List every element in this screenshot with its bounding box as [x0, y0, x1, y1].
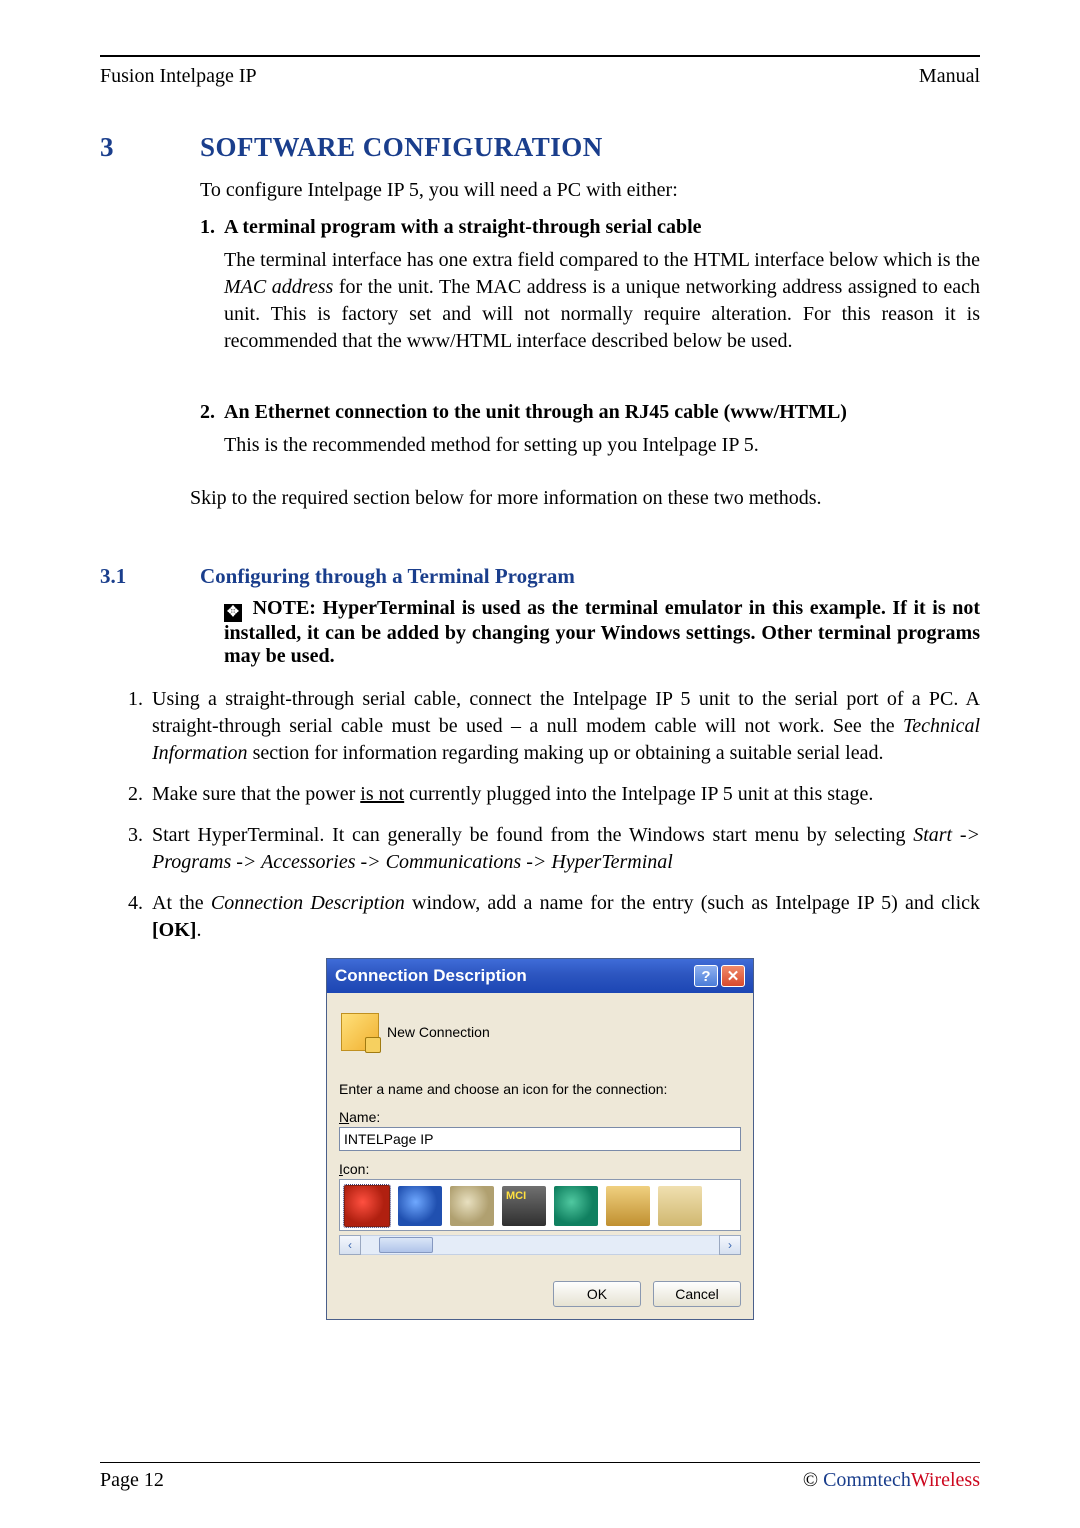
ok-button[interactable]: OK	[553, 1281, 641, 1307]
new-connection-row: New Connection	[341, 1013, 741, 1051]
skip-text: Skip to the required section below for m…	[190, 487, 980, 510]
note-text: NOTE: HyperTerminal is used as the termi…	[224, 597, 980, 667]
cancel-button[interactable]: Cancel	[653, 1281, 741, 1307]
connection-icon-1[interactable]	[344, 1185, 390, 1227]
page-footer: Page 12 © CommtechWireless	[100, 1462, 980, 1492]
help-icon: ?	[701, 968, 710, 985]
step-2: Make sure that the power is not currentl…	[148, 781, 980, 808]
note-icon: ✥	[224, 604, 242, 622]
step-4: At the Connection Description window, ad…	[148, 890, 980, 944]
step-1: Using a straight-through serial cable, c…	[148, 686, 980, 767]
connection-icon-4[interactable]	[502, 1186, 546, 1226]
icon-scrollbar: ‹ ›	[339, 1235, 741, 1255]
list-title: An Ethernet connection to the unit throu…	[224, 399, 980, 426]
new-connection-label: New Connection	[387, 1024, 490, 1040]
dialog-titlebar[interactable]: Connection Description ? ✕	[327, 959, 753, 993]
section-title: SOFTWARE CONFIGURATION	[200, 132, 603, 163]
connection-icon-3[interactable]	[450, 1186, 494, 1226]
name-label: Name:	[339, 1109, 741, 1125]
footer-rule	[100, 1462, 980, 1463]
running-header: Fusion Intelpage IP Manual	[100, 65, 980, 88]
close-icon: ✕	[727, 967, 740, 985]
step-3: Start HyperTerminal. It can generally be…	[148, 822, 980, 876]
section-number: 3	[100, 132, 200, 163]
list-item-1-body: The terminal interface has one extra fie…	[224, 247, 980, 355]
name-input[interactable]	[339, 1127, 741, 1151]
header-rule	[100, 55, 980, 57]
list-title: A terminal program with a straight-throu…	[224, 214, 980, 241]
list-item-2-body: This is the recommended method for setti…	[224, 432, 980, 459]
scroll-left-button[interactable]: ‹	[339, 1235, 361, 1255]
connection-icon-5[interactable]	[554, 1186, 598, 1226]
new-connection-icon	[341, 1013, 379, 1051]
scroll-thumb[interactable]	[379, 1237, 433, 1253]
list-item-2-head: 2. An Ethernet connection to the unit th…	[200, 399, 980, 426]
footer-brand: © CommtechWireless	[803, 1469, 980, 1492]
steps-list: Using a straight-through serial cable, c…	[100, 686, 980, 944]
section-heading: 3 SOFTWARE CONFIGURATION	[100, 132, 980, 163]
close-button[interactable]: ✕	[721, 965, 745, 987]
note-block: ✥ NOTE: HyperTerminal is used as the ter…	[224, 597, 980, 668]
list-item-1-head: 1. A terminal program with a straight-th…	[200, 214, 980, 241]
chevron-left-icon: ‹	[348, 1238, 352, 1252]
help-button[interactable]: ?	[694, 965, 718, 987]
icon-picker	[339, 1179, 741, 1231]
icon-label: Icon:	[339, 1161, 741, 1177]
scroll-track[interactable]	[361, 1235, 719, 1255]
header-left: Fusion Intelpage IP	[100, 65, 257, 88]
header-right: Manual	[919, 65, 980, 88]
subsection-heading: 3.1 Configuring through a Terminal Progr…	[100, 564, 980, 589]
subsection-title: Configuring through a Terminal Program	[200, 564, 575, 589]
chevron-right-icon: ›	[728, 1238, 732, 1252]
scroll-right-button[interactable]: ›	[719, 1235, 741, 1255]
dialog-title: Connection Description	[335, 966, 691, 986]
intro-text: To configure Intelpage IP 5, you will ne…	[200, 177, 980, 204]
connection-icon-2[interactable]	[398, 1186, 442, 1226]
list-number: 1.	[200, 214, 224, 241]
connection-icon-7[interactable]	[658, 1186, 702, 1226]
connection-icon-6[interactable]	[606, 1186, 650, 1226]
connection-description-dialog: Connection Description ? ✕ New Connectio…	[326, 958, 754, 1320]
subsection-number: 3.1	[100, 564, 200, 589]
page-number: Page 12	[100, 1469, 164, 1492]
dialog-prompt: Enter a name and choose an icon for the …	[339, 1081, 741, 1097]
list-number: 2.	[200, 399, 224, 426]
